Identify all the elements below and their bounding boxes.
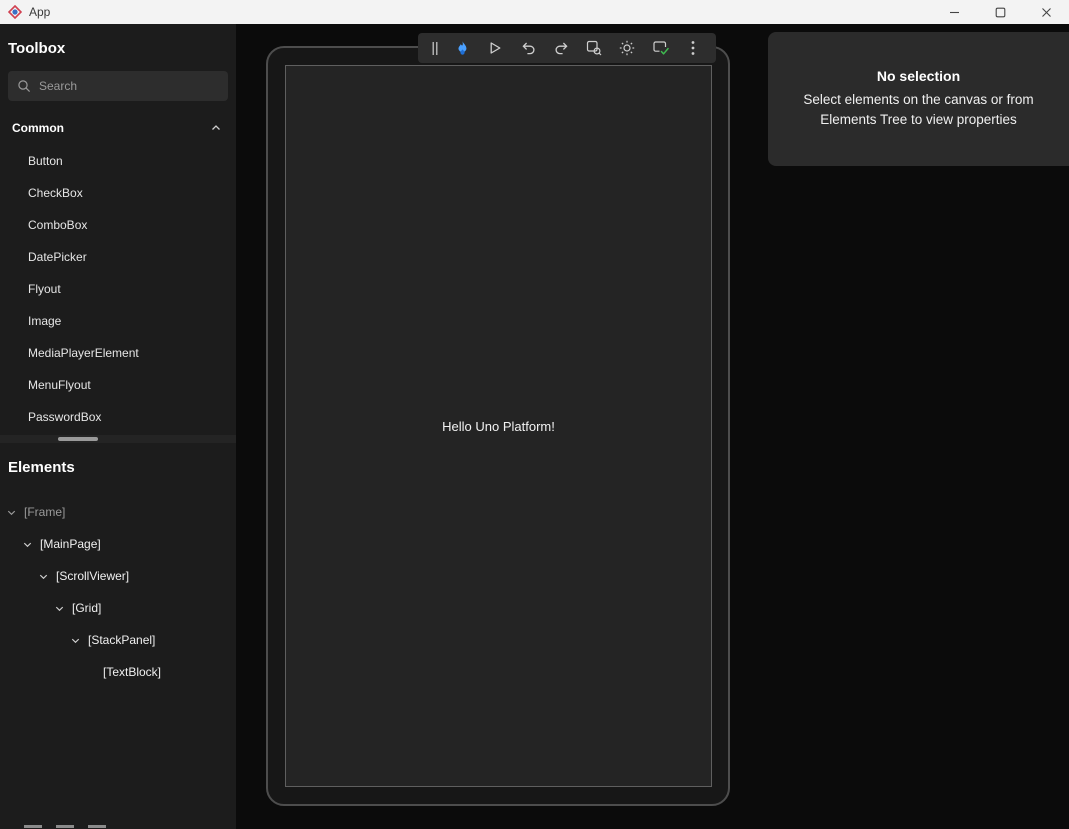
design-toolbar	[418, 33, 716, 63]
hot-reload-flame-icon[interactable]	[450, 35, 474, 61]
toolbox-item-flyout[interactable]: Flyout	[0, 273, 236, 305]
tree-node-grid[interactable]: [Grid]	[0, 592, 236, 624]
validation-checklist-icon[interactable]	[648, 35, 672, 61]
tree-node-frame[interactable]: [Frame]	[0, 496, 236, 528]
element-inspector-icon[interactable]	[582, 35, 606, 61]
elements-tree: [Frame] [MainPage] [ScrollViewer] [Grid]…	[0, 496, 236, 688]
toolbox-section-common[interactable]: Common	[0, 109, 236, 145]
minimize-button[interactable]	[931, 0, 977, 24]
device-frame: Hello Uno Platform!	[266, 46, 730, 806]
chevron-down-icon[interactable]	[38, 571, 49, 582]
tree-node-label: [Frame]	[24, 505, 65, 519]
window-title: App	[29, 5, 50, 19]
toolbar-drag-handle[interactable]	[429, 35, 441, 61]
toolbox-item-button[interactable]: Button	[0, 145, 236, 177]
search-icon	[17, 79, 31, 93]
window-controls	[931, 0, 1069, 24]
device-screen[interactable]: Hello Uno Platform!	[285, 65, 712, 787]
undo-icon[interactable]	[516, 35, 540, 61]
design-canvas[interactable]: Hello Uno Platform! No selection Select …	[236, 24, 1069, 829]
toolbox-item-checkbox[interactable]: CheckBox	[0, 177, 236, 209]
redo-icon[interactable]	[549, 35, 573, 61]
left-sidebar: Toolbox Common Button CheckBox ComboBox …	[0, 24, 236, 829]
tree-node-label: [StackPanel]	[88, 633, 155, 647]
theme-toggle-sun-icon[interactable]	[615, 35, 639, 61]
tree-node-mainpage[interactable]: [MainPage]	[0, 528, 236, 560]
titlebar: App	[0, 0, 1069, 24]
tree-node-textblock[interactable]: [TextBlock]	[0, 656, 236, 688]
toolbox-item-list: Button CheckBox ComboBox DatePicker Flyo…	[0, 145, 236, 433]
canvas-textblock[interactable]: Hello Uno Platform!	[442, 419, 555, 434]
tree-node-scrollviewer[interactable]: [ScrollViewer]	[0, 560, 236, 592]
close-button[interactable]	[1023, 0, 1069, 24]
chevron-down-icon[interactable]	[54, 603, 65, 614]
toolbox-item-image[interactable]: Image	[0, 305, 236, 337]
maximize-button[interactable]	[977, 0, 1023, 24]
tree-node-label: [ScrollViewer]	[56, 569, 129, 583]
toolbox-item-mediaplayerelement[interactable]: MediaPlayerElement	[0, 337, 236, 369]
toolbox-scrollbar	[0, 435, 236, 443]
properties-panel: No selection Select elements on the canv…	[768, 32, 1069, 166]
toolbox-title: Toolbox	[0, 24, 236, 63]
toolbox-scrollbar-thumb[interactable]	[58, 437, 98, 441]
chevron-down-icon[interactable]	[6, 507, 17, 518]
toolbox-search[interactable]	[8, 71, 228, 101]
search-input[interactable]	[39, 79, 219, 93]
clipped-content	[24, 825, 106, 828]
tree-node-label: [MainPage]	[40, 537, 101, 551]
chevron-up-icon	[210, 122, 222, 134]
app-logo-icon	[8, 5, 22, 19]
toolbox-item-menuflyout[interactable]: MenuFlyout	[0, 369, 236, 401]
toolbox-item-passwordbox[interactable]: PasswordBox	[0, 401, 236, 433]
chevron-down-icon[interactable]	[22, 539, 33, 550]
tree-node-label: [Grid]	[72, 601, 101, 615]
toolbox-item-combobox[interactable]: ComboBox	[0, 209, 236, 241]
section-label: Common	[12, 121, 64, 135]
tree-node-label: [TextBlock]	[103, 665, 161, 679]
toolbox-item-datepicker[interactable]: DatePicker	[0, 241, 236, 273]
more-options-icon[interactable]	[681, 35, 705, 61]
chevron-down-icon[interactable]	[70, 635, 81, 646]
elements-title: Elements	[0, 443, 236, 482]
play-icon[interactable]	[483, 35, 507, 61]
properties-no-selection-title: No selection	[877, 68, 960, 84]
tree-node-stackpanel[interactable]: [StackPanel]	[0, 624, 236, 656]
properties-no-selection-message: Select elements on the canvas or from El…	[784, 90, 1053, 131]
